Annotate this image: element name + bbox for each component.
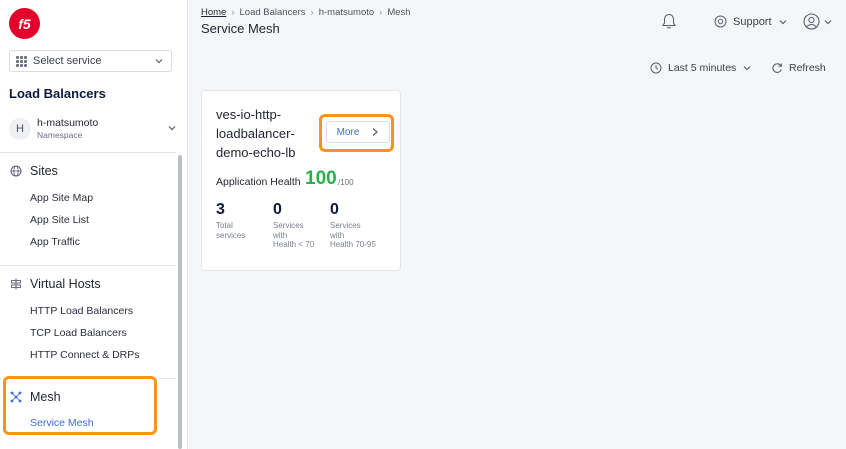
sidebar-section-label: Sites: [30, 164, 58, 178]
namespace-avatar: H: [9, 118, 31, 140]
chevron-down-icon: [743, 66, 751, 71]
load-balancer-name-line: loadbalancer-: [216, 126, 295, 141]
divider: [0, 265, 176, 266]
sidebar-item-app-site-map[interactable]: App Site Map: [30, 192, 93, 204]
highlight-more-button: [319, 114, 394, 152]
sidebar-section-virtual-hosts[interactable]: Virtual Hosts: [10, 277, 101, 291]
sidebar-scrollbar[interactable]: [178, 155, 182, 449]
namespace-label: Namespace: [37, 130, 83, 140]
health-max: /100: [338, 178, 354, 187]
stat-label-line: services: [216, 230, 246, 240]
user-avatar-icon: [803, 13, 820, 30]
select-service-dropdown[interactable]: Select service: [9, 50, 172, 72]
divider: [0, 152, 176, 153]
sidebar-item-app-site-list[interactable]: App Site List: [30, 214, 89, 226]
sidebar-item-http-load-balancers[interactable]: HTTP Load Balancers: [30, 305, 133, 317]
stat-label-line: Health < 70: [273, 240, 315, 249]
globe-icon: [10, 165, 22, 177]
stat-value: 0: [273, 201, 282, 218]
stat-health-70-95: 0 Services with Health 70-95: [330, 201, 385, 250]
chevron-down-icon: [824, 19, 832, 24]
stat-label-line: Total: [216, 221, 233, 230]
chevron-right-icon: ›: [231, 7, 235, 18]
breadcrumb-item: Mesh: [387, 7, 411, 18]
stat-value: 0: [330, 201, 339, 218]
bell-icon[interactable]: [661, 13, 677, 30]
stat-label-line: Health 70-95: [330, 240, 376, 249]
sidebar-section-sites[interactable]: Sites: [10, 164, 58, 178]
stat-total-services: 3 Total services: [216, 201, 271, 240]
stat-label-line: Services: [330, 221, 361, 230]
health-label: Application Health: [216, 176, 301, 188]
chevron-down-icon: [168, 126, 176, 131]
load-balancer-name-line: ves-io-http-: [216, 107, 282, 122]
stat-value: 3: [216, 201, 225, 218]
namespace-name: h-matsumoto: [37, 117, 99, 129]
stat-label: Total services: [216, 221, 271, 240]
stat-health-below-70: 0 Services with Health < 70: [273, 201, 328, 250]
health-value: 100: [305, 168, 337, 189]
refresh-icon: [772, 63, 783, 73]
support-menu[interactable]: Support: [714, 15, 788, 28]
time-range-selector[interactable]: Last 5 minutes: [650, 62, 752, 74]
sidebar-item-http-connect-drps[interactable]: HTTP Connect & DRPs: [30, 349, 140, 361]
namespace-selector[interactable]: H h-matsumoto Namespace: [9, 116, 181, 142]
refresh-button[interactable]: Refresh: [771, 62, 826, 74]
support-label: Support: [733, 15, 772, 28]
stat-label: Services with Health < 70: [273, 221, 328, 250]
page-title: Service Mesh: [201, 21, 280, 36]
select-service-placeholder: Select service: [33, 55, 102, 67]
sidebar-item-tcp-load-balancers[interactable]: TCP Load Balancers: [30, 327, 127, 339]
chevron-down-icon: [155, 59, 163, 64]
sidebar-title: Load Balancers: [9, 86, 106, 101]
chevron-down-icon: [779, 19, 786, 24]
f5-logo[interactable]: f5: [9, 8, 40, 39]
stat-label-line: Services: [273, 221, 304, 230]
stat-label-line: with: [273, 230, 288, 240]
load-balancer-name: ves-io-http- loadbalancer- demo-echo-lb: [216, 105, 316, 162]
user-menu[interactable]: [803, 13, 833, 30]
highlight-mesh-section: [3, 376, 157, 435]
sidebar-item-app-traffic[interactable]: App Traffic: [30, 236, 80, 248]
lifebuoy-icon: [714, 15, 727, 28]
clock-icon: [650, 62, 662, 74]
chevron-right-icon: ›: [379, 7, 383, 18]
breadcrumb: Home › Load Balancers › h-matsumoto › Me…: [201, 7, 411, 18]
stat-label: Services with Health 70-95: [330, 221, 385, 250]
breadcrumb-home-link[interactable]: Home: [201, 7, 226, 18]
server-icon: [10, 278, 22, 290]
breadcrumb-item[interactable]: h-matsumoto: [319, 7, 374, 18]
refresh-label: Refresh: [789, 62, 826, 74]
breadcrumb-item[interactable]: Load Balancers: [240, 7, 306, 18]
apps-grid-icon: [16, 55, 27, 67]
load-balancer-name-line: demo-echo-lb: [216, 145, 296, 160]
sidebar-section-label: Virtual Hosts: [30, 277, 101, 291]
time-range-label: Last 5 minutes: [668, 62, 737, 74]
stat-label-line: with: [330, 230, 345, 240]
chevron-right-icon: ›: [310, 7, 314, 18]
